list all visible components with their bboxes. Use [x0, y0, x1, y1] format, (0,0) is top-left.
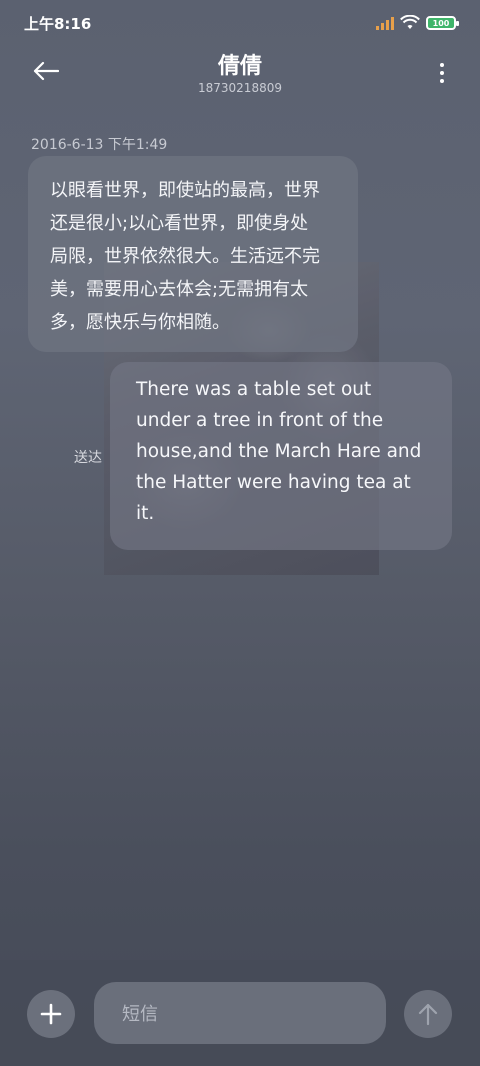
add-attachment-button[interactable]	[27, 990, 75, 1038]
message-line: 局限，世界依然很大。生活远不完	[50, 246, 320, 267]
message-line: 多，愿快乐与你相随。	[50, 312, 230, 333]
message-line: 以眼看世界，即使站的最高，世界	[50, 180, 320, 201]
status-time: 上午8:16	[24, 14, 92, 33]
delivery-status: 送达	[74, 450, 102, 466]
wifi-icon	[400, 15, 420, 29]
outgoing-message-bubble[interactable]: There was a table set out under a tree i…	[110, 362, 452, 550]
message-line: There was a table set out	[136, 379, 372, 400]
message-input[interactable]: 短信	[94, 982, 386, 1044]
send-arrow-icon	[418, 1003, 438, 1026]
message-line: it.	[136, 503, 155, 524]
add-icon	[40, 1003, 62, 1025]
incoming-message-bubble[interactable]: 以眼看世界，即使站的最高，世界 还是很小;以心看世界，即使身处 局限，世界依然很…	[28, 156, 358, 352]
message-line: house,and the March Hare and	[136, 441, 422, 462]
conversation-header: 倩倩 18730218809	[0, 46, 480, 108]
message-timestamp: 2016-6-13 下午1:49	[31, 137, 168, 153]
status-icons: 100	[376, 15, 459, 31]
status-bar: 上午8:16 100	[0, 0, 480, 46]
composer-bar: 短信	[0, 960, 480, 1066]
contact-name: 倩倩	[217, 54, 262, 79]
battery-level: 100	[432, 18, 450, 28]
message-line: the Hatter were having tea at	[136, 472, 411, 493]
message-input-placeholder: 短信	[122, 1004, 158, 1025]
signal-icon	[376, 16, 394, 30]
message-line: under a tree in front of the	[136, 410, 384, 431]
contact-phone: 18730218809	[198, 81, 282, 95]
battery-icon: 100	[426, 16, 459, 30]
message-line: 还是很小;以心看世界，即使身处	[50, 213, 309, 234]
more-vertical-icon	[440, 63, 444, 67]
send-button[interactable]	[404, 990, 452, 1038]
more-options-button[interactable]	[434, 58, 450, 88]
message-line: 美，需要用心去体会;无需拥有太	[50, 279, 309, 300]
